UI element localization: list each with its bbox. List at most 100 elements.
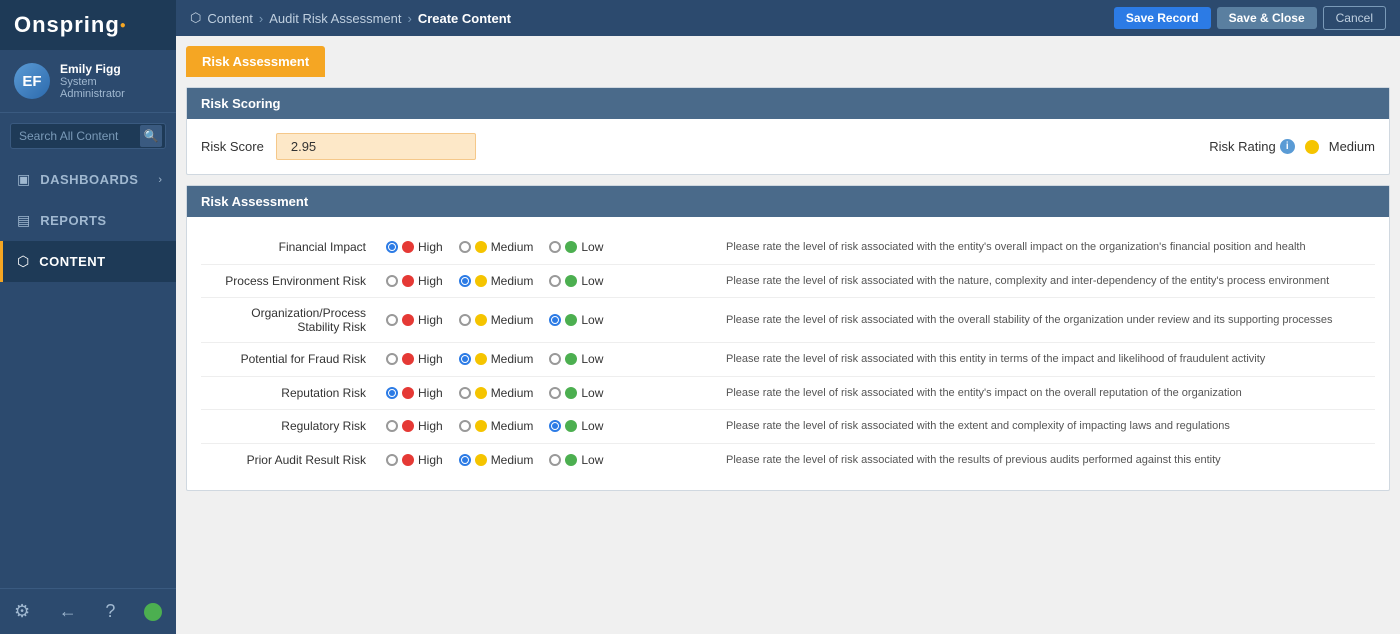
radio-medium[interactable]: Medium	[459, 352, 534, 366]
radio-dot-medium[interactable]	[459, 420, 471, 432]
risk-rating-text: Risk Rating	[1209, 139, 1275, 154]
low-label: Low	[581, 386, 603, 400]
low-color-dot	[565, 387, 577, 399]
radio-options: High Medium Low	[376, 443, 716, 476]
settings-icon[interactable]: ⚙	[14, 601, 30, 622]
back-icon[interactable]: ←	[59, 601, 77, 622]
cancel-button[interactable]: Cancel	[1323, 6, 1386, 30]
save-close-button[interactable]: Save & Close	[1217, 7, 1317, 29]
radio-low[interactable]: Low	[549, 313, 603, 327]
radio-high[interactable]: High	[386, 274, 443, 288]
low-label: Low	[581, 453, 603, 467]
radio-medium[interactable]: Medium	[459, 386, 534, 400]
radio-dot-high[interactable]	[386, 387, 398, 399]
user-name: Emily Figg	[60, 62, 162, 76]
radio-dot-medium[interactable]	[459, 241, 471, 253]
risk-assessment-section: Risk Assessment Financial ImpactHighMedi…	[186, 185, 1390, 491]
low-color-dot	[565, 275, 577, 287]
radio-group: High Medium Low	[386, 419, 706, 433]
sidebar: Onspring● EF Emily Figg System Administr…	[0, 0, 176, 634]
radio-group: High Medium Low	[386, 352, 706, 366]
radio-dot-high[interactable]	[386, 454, 398, 466]
radio-dot-high[interactable]	[386, 314, 398, 326]
low-color-dot	[565, 353, 577, 365]
radio-dot-high[interactable]	[386, 275, 398, 287]
risk-rating-label: Risk Rating i	[1209, 139, 1294, 154]
radio-low[interactable]: Low	[549, 240, 603, 254]
radio-dot-low[interactable]	[549, 241, 561, 253]
high-color-dot	[402, 275, 414, 287]
radio-options: High Medium Low	[376, 298, 716, 343]
low-color-dot	[565, 241, 577, 253]
high-label: High	[418, 274, 443, 288]
radio-medium[interactable]: Medium	[459, 419, 534, 433]
risk-assessment-body: Financial ImpactHighMediumLowPlease rate…	[187, 217, 1389, 490]
risk-score-label: Risk Score	[201, 139, 264, 154]
radio-high[interactable]: High	[386, 352, 443, 366]
risk-description: Please rate the level of risk associated…	[716, 298, 1375, 343]
radio-low[interactable]: Low	[549, 274, 603, 288]
radio-dot-low[interactable]	[549, 314, 561, 326]
breadcrumb-sep-2: ›	[407, 11, 411, 26]
low-label: Low	[581, 240, 603, 254]
tab-bar: Risk Assessment	[186, 46, 1390, 77]
help-icon[interactable]: ?	[105, 601, 115, 622]
content-icon: ⬡	[17, 253, 29, 270]
breadcrumb-audit: Audit Risk Assessment	[269, 11, 401, 26]
risk-scoring-section: Risk Scoring Risk Score 2.95 Risk Rating…	[186, 87, 1390, 175]
save-record-button[interactable]: Save Record	[1114, 7, 1211, 29]
radio-dot-medium[interactable]	[459, 454, 471, 466]
logo-text: Onspring	[14, 12, 120, 38]
radio-options: High Medium Low	[376, 376, 716, 410]
radio-medium[interactable]: Medium	[459, 274, 534, 288]
status-indicator	[144, 603, 162, 621]
medium-color-dot	[475, 275, 487, 287]
radio-medium[interactable]: Medium	[459, 313, 534, 327]
radio-dot-low[interactable]	[549, 275, 561, 287]
sidebar-item-content[interactable]: ⬡ CONTENT	[0, 241, 176, 282]
radio-dot-high[interactable]	[386, 241, 398, 253]
medium-color-dot	[475, 241, 487, 253]
risk-score-value: 2.95	[276, 133, 476, 160]
tab-risk-assessment[interactable]: Risk Assessment	[186, 46, 325, 77]
medium-label: Medium	[491, 274, 534, 288]
radio-dot-low[interactable]	[549, 353, 561, 365]
high-label: High	[418, 352, 443, 366]
high-color-dot	[402, 454, 414, 466]
radio-high[interactable]: High	[386, 240, 443, 254]
content-label: CONTENT	[39, 254, 105, 269]
radio-medium[interactable]: Medium	[459, 240, 534, 254]
high-label: High	[418, 453, 443, 467]
medium-label: Medium	[491, 386, 534, 400]
medium-color-dot	[475, 353, 487, 365]
sidebar-item-reports[interactable]: ▤ REPORTS	[0, 200, 176, 241]
radio-high[interactable]: High	[386, 386, 443, 400]
radio-high[interactable]: High	[386, 313, 443, 327]
rating-info-icon[interactable]: i	[1280, 139, 1295, 154]
radio-high[interactable]: High	[386, 453, 443, 467]
radio-dot-medium[interactable]	[459, 314, 471, 326]
radio-low[interactable]: Low	[549, 419, 603, 433]
radio-group: High Medium Low	[386, 274, 706, 288]
low-label: Low	[581, 352, 603, 366]
radio-low[interactable]: Low	[549, 352, 603, 366]
radio-dot-high[interactable]	[386, 353, 398, 365]
radio-dot-medium[interactable]	[459, 387, 471, 399]
sidebar-item-dashboards[interactable]: ▣ DASHBOARDS ›	[0, 159, 176, 200]
radio-low[interactable]: Low	[549, 453, 603, 467]
radio-dot-low[interactable]	[549, 387, 561, 399]
table-row: Potential for Fraud RiskHighMediumLowPle…	[201, 343, 1375, 377]
radio-low[interactable]: Low	[549, 386, 603, 400]
search-area[interactable]: 🔍	[0, 113, 176, 159]
radio-dot-high[interactable]	[386, 420, 398, 432]
radio-high[interactable]: High	[386, 419, 443, 433]
radio-dot-low[interactable]	[549, 420, 561, 432]
medium-color-dot	[475, 314, 487, 326]
radio-medium[interactable]: Medium	[459, 453, 534, 467]
radio-dot-medium[interactable]	[459, 353, 471, 365]
radio-dot-medium[interactable]	[459, 275, 471, 287]
radio-dot-low[interactable]	[549, 454, 561, 466]
user-profile: EF Emily Figg System Administrator	[0, 50, 176, 113]
search-button[interactable]: 🔍	[140, 125, 162, 147]
medium-label: Medium	[491, 453, 534, 467]
